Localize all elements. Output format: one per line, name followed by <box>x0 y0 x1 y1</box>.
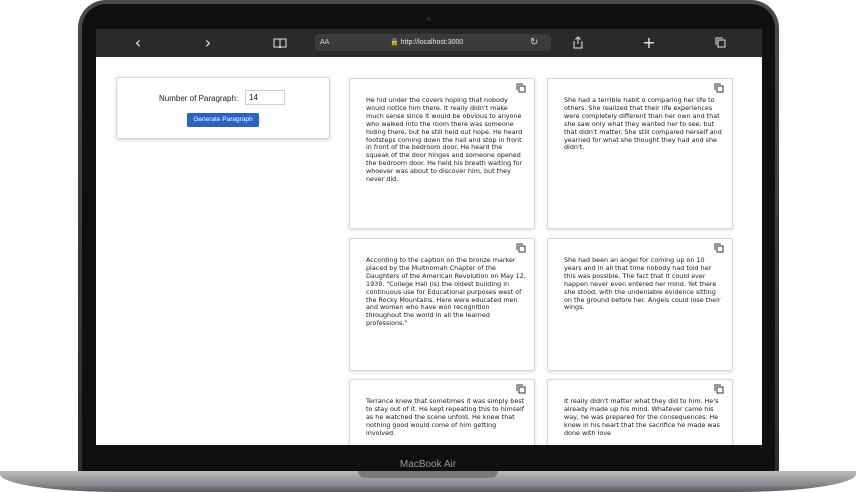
copy-icon[interactable] <box>714 83 724 93</box>
new-tab-button[interactable]: + <box>639 29 659 57</box>
paragraph-count-input[interactable] <box>245 90 285 105</box>
url-text[interactable]: 🔒 http://localhost:3000 <box>390 34 463 51</box>
reload-icon[interactable]: ↻ <box>530 34 538 51</box>
paragraph-text: According to the caption on the bronze m… <box>366 256 526 328</box>
paragraph-card: Terrance knew that sometimes it was simp… <box>349 379 535 445</box>
paragraph-card: It really didn't matter what they did to… <box>547 379 733 445</box>
paragraph-text: She had been an angel for coming up on 1… <box>564 256 721 312</box>
tabs-icon[interactable] <box>710 29 730 57</box>
paragraph-card: According to the caption on the bronze m… <box>349 238 535 371</box>
page-viewport: Number of Paragraph: Generate Paragraph … <box>96 57 762 445</box>
back-button[interactable]: ‹ <box>128 29 148 57</box>
reader-aa-button[interactable]: AA <box>320 34 329 51</box>
paragraph-text: Terrance knew that sometimes it was simp… <box>366 397 525 437</box>
device-label: MacBook Air <box>399 459 457 470</box>
laptop-notch <box>358 471 498 478</box>
copy-icon[interactable] <box>516 243 526 253</box>
camera-icon <box>427 17 431 21</box>
copy-icon[interactable] <box>516 83 526 93</box>
paragraph-text: She had a terrible habit o comparing her… <box>564 96 722 152</box>
forward-button[interactable]: › <box>198 29 218 57</box>
paragraph-text: He hid under the covers hoping that nobo… <box>366 96 523 184</box>
paragraph-card: She had been an angel for coming up on 1… <box>547 238 733 371</box>
paragraph-card: She had a terrible habit o comparing her… <box>547 78 733 229</box>
paragraph-form-card: Number of Paragraph: Generate Paragraph <box>116 77 330 139</box>
book-icon[interactable] <box>270 29 290 57</box>
share-icon[interactable] <box>568 29 588 57</box>
copy-icon[interactable] <box>714 243 724 253</box>
paragraph-card: He hid under the covers hoping that nobo… <box>349 78 535 229</box>
copy-icon[interactable] <box>714 384 724 394</box>
paragraph-count-label: Number of Paragraph: <box>159 94 239 103</box>
generate-paragraph-button[interactable]: Generate Paragraph <box>187 113 259 127</box>
copy-icon[interactable] <box>516 384 526 394</box>
paragraph-text: It really didn't matter what they did to… <box>564 397 720 437</box>
